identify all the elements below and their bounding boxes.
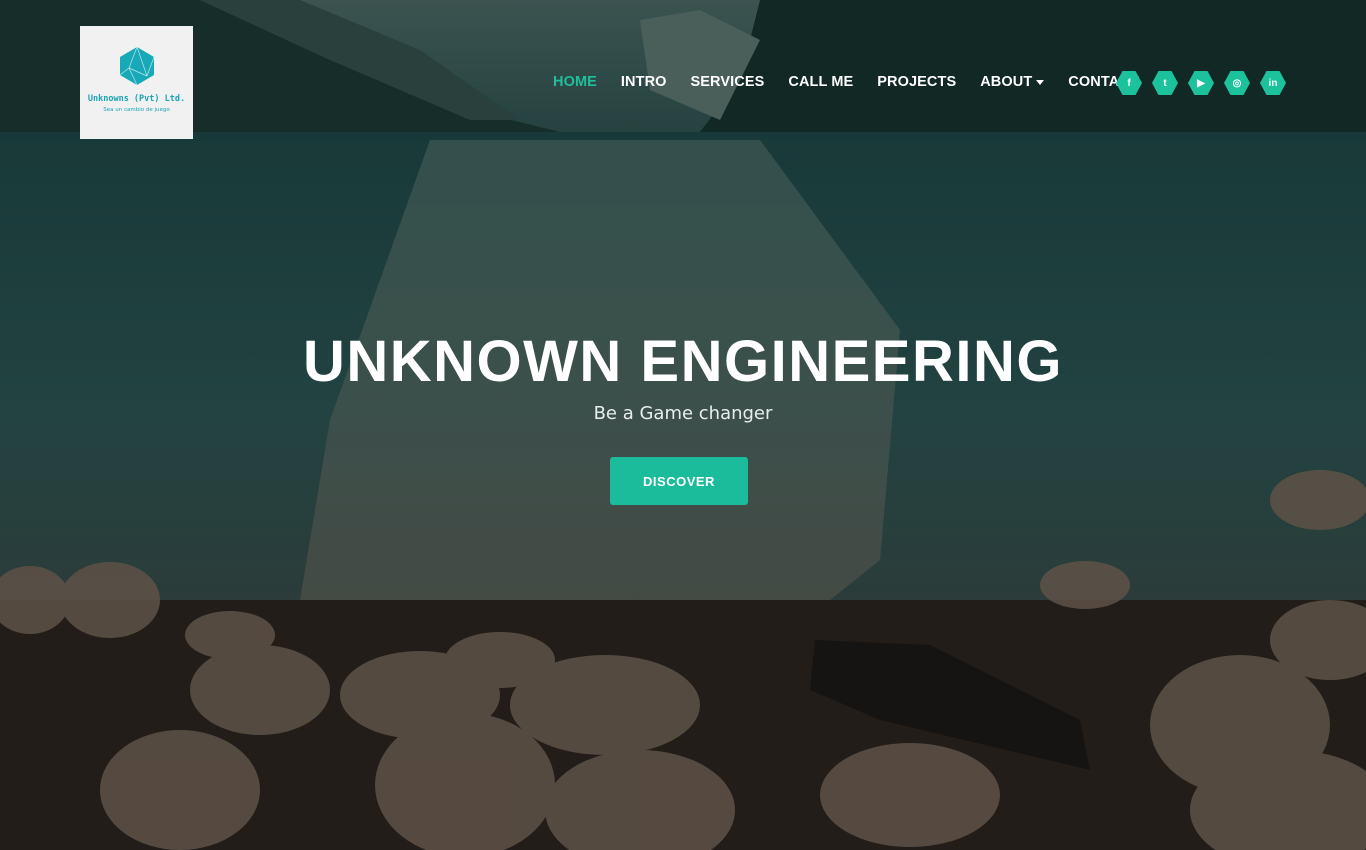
logo-name: Unknowns (Pvt) Ltd. — [87, 94, 186, 104]
dark-overlay — [0, 0, 1366, 850]
facebook-icon[interactable]: f — [1116, 71, 1142, 95]
instagram-icon[interactable]: ◎ — [1224, 71, 1250, 95]
logo-tagline: Sea un cambio de juego — [103, 107, 170, 113]
caret-down-icon — [1036, 79, 1045, 85]
twitter-icon[interactable]: t — [1152, 71, 1178, 95]
nav-about-label: ABOUT — [980, 74, 1033, 90]
main-navigation: HOME INTRO SERVICES CALL ME PROJECTS ABO… — [553, 74, 1163, 90]
nav-call-me[interactable]: CALL ME — [788, 74, 853, 90]
linkedin-icon[interactable]: in — [1260, 71, 1286, 95]
hero-title: UNKNOWN ENGINEERING — [303, 329, 1063, 394]
nav-home[interactable]: HOME — [553, 74, 597, 90]
nav-about-dropdown[interactable]: ABOUT — [980, 74, 1045, 90]
nav-services[interactable]: SERVICES — [691, 74, 765, 90]
hero-section: Unknowns (Pvt) Ltd. Sea un cambio de jue… — [0, 0, 1366, 850]
hero-headline: UNKNOWN ENGINEERING Be a Game changer — [0, 328, 1366, 424]
hero-subtitle: Be a Game changer — [593, 403, 773, 424]
discover-button[interactable]: DISCOVER — [610, 457, 748, 505]
site-logo[interactable]: Unknowns (Pvt) Ltd. Sea un cambio de jue… — [80, 26, 193, 139]
nav-projects[interactable]: PROJECTS — [877, 74, 956, 90]
youtube-icon[interactable]: ▶ — [1188, 71, 1214, 95]
hexagon-logo-icon — [119, 46, 154, 86]
social-links: f t ▶ ◎ in — [1116, 71, 1286, 95]
nav-intro[interactable]: INTRO — [621, 74, 667, 90]
